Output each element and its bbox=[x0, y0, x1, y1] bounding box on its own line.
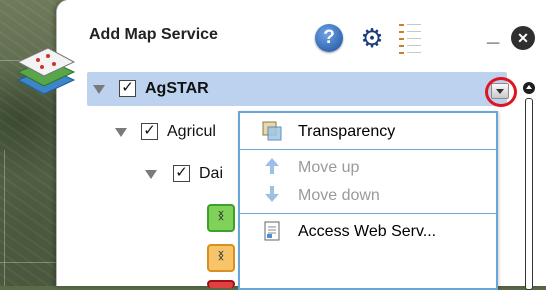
layer-checkbox[interactable]: ✓ bbox=[141, 123, 158, 140]
legend-swatch-orange: ᛝ bbox=[207, 244, 235, 272]
menu-item-label: Move up bbox=[298, 159, 360, 176]
tree-row-label: AgSTAR bbox=[145, 80, 209, 97]
panel-title: Add Map Service bbox=[89, 26, 218, 43]
layer-checkbox[interactable]: ✓ bbox=[173, 165, 190, 182]
layer-context-menu: Transparency Move up Move down Access We… bbox=[238, 111, 498, 290]
menu-item-label: Move down bbox=[298, 187, 380, 204]
document-icon bbox=[264, 221, 280, 241]
transparency-icon bbox=[262, 121, 282, 141]
layer-options-dropdown-button[interactable] bbox=[491, 83, 509, 99]
tree-row-label: Agricul bbox=[167, 123, 216, 140]
scroll-up-icon[interactable] bbox=[523, 82, 535, 94]
arrow-up-icon bbox=[265, 158, 279, 174]
menu-item-move-up[interactable]: Move up bbox=[240, 153, 496, 183]
minimize-icon[interactable]: _ bbox=[487, 22, 503, 46]
menu-separator bbox=[240, 149, 496, 150]
layer-checkbox[interactable]: ✓ bbox=[119, 80, 136, 97]
menu-item-move-down[interactable]: Move down bbox=[240, 181, 496, 211]
menu-item-transparency[interactable]: Transparency bbox=[240, 117, 496, 147]
layer-list-icon[interactable] bbox=[399, 22, 423, 54]
help-icon[interactable]: ? bbox=[315, 24, 343, 52]
menu-separator bbox=[240, 213, 496, 214]
panel-header: Add Map Service ? ⚙ _ ✕ bbox=[57, 0, 546, 72]
expand-triangle-icon[interactable] bbox=[115, 128, 127, 137]
close-icon[interactable]: ✕ bbox=[511, 26, 535, 50]
menu-item-label: Transparency bbox=[298, 123, 396, 140]
legend-swatch-red bbox=[207, 280, 235, 288]
expand-triangle-icon[interactable] bbox=[145, 170, 157, 179]
menu-item-access-web-service[interactable]: Access Web Serv... bbox=[240, 217, 496, 247]
layers-stack-icon bbox=[16, 47, 76, 95]
tree-row-label: Dai bbox=[199, 165, 224, 182]
scrollbar[interactable] bbox=[523, 82, 535, 290]
legend-swatch-green: ᛝ bbox=[207, 204, 235, 232]
tree-row-agstar[interactable]: ✓ AgSTAR bbox=[87, 72, 517, 107]
scroll-thumb[interactable] bbox=[525, 98, 533, 290]
arrow-down-icon bbox=[265, 186, 279, 202]
menu-item-label: Access Web Serv... bbox=[298, 223, 437, 240]
settings-icon[interactable]: ⚙ bbox=[357, 24, 387, 52]
expand-triangle-icon[interactable] bbox=[93, 85, 105, 94]
